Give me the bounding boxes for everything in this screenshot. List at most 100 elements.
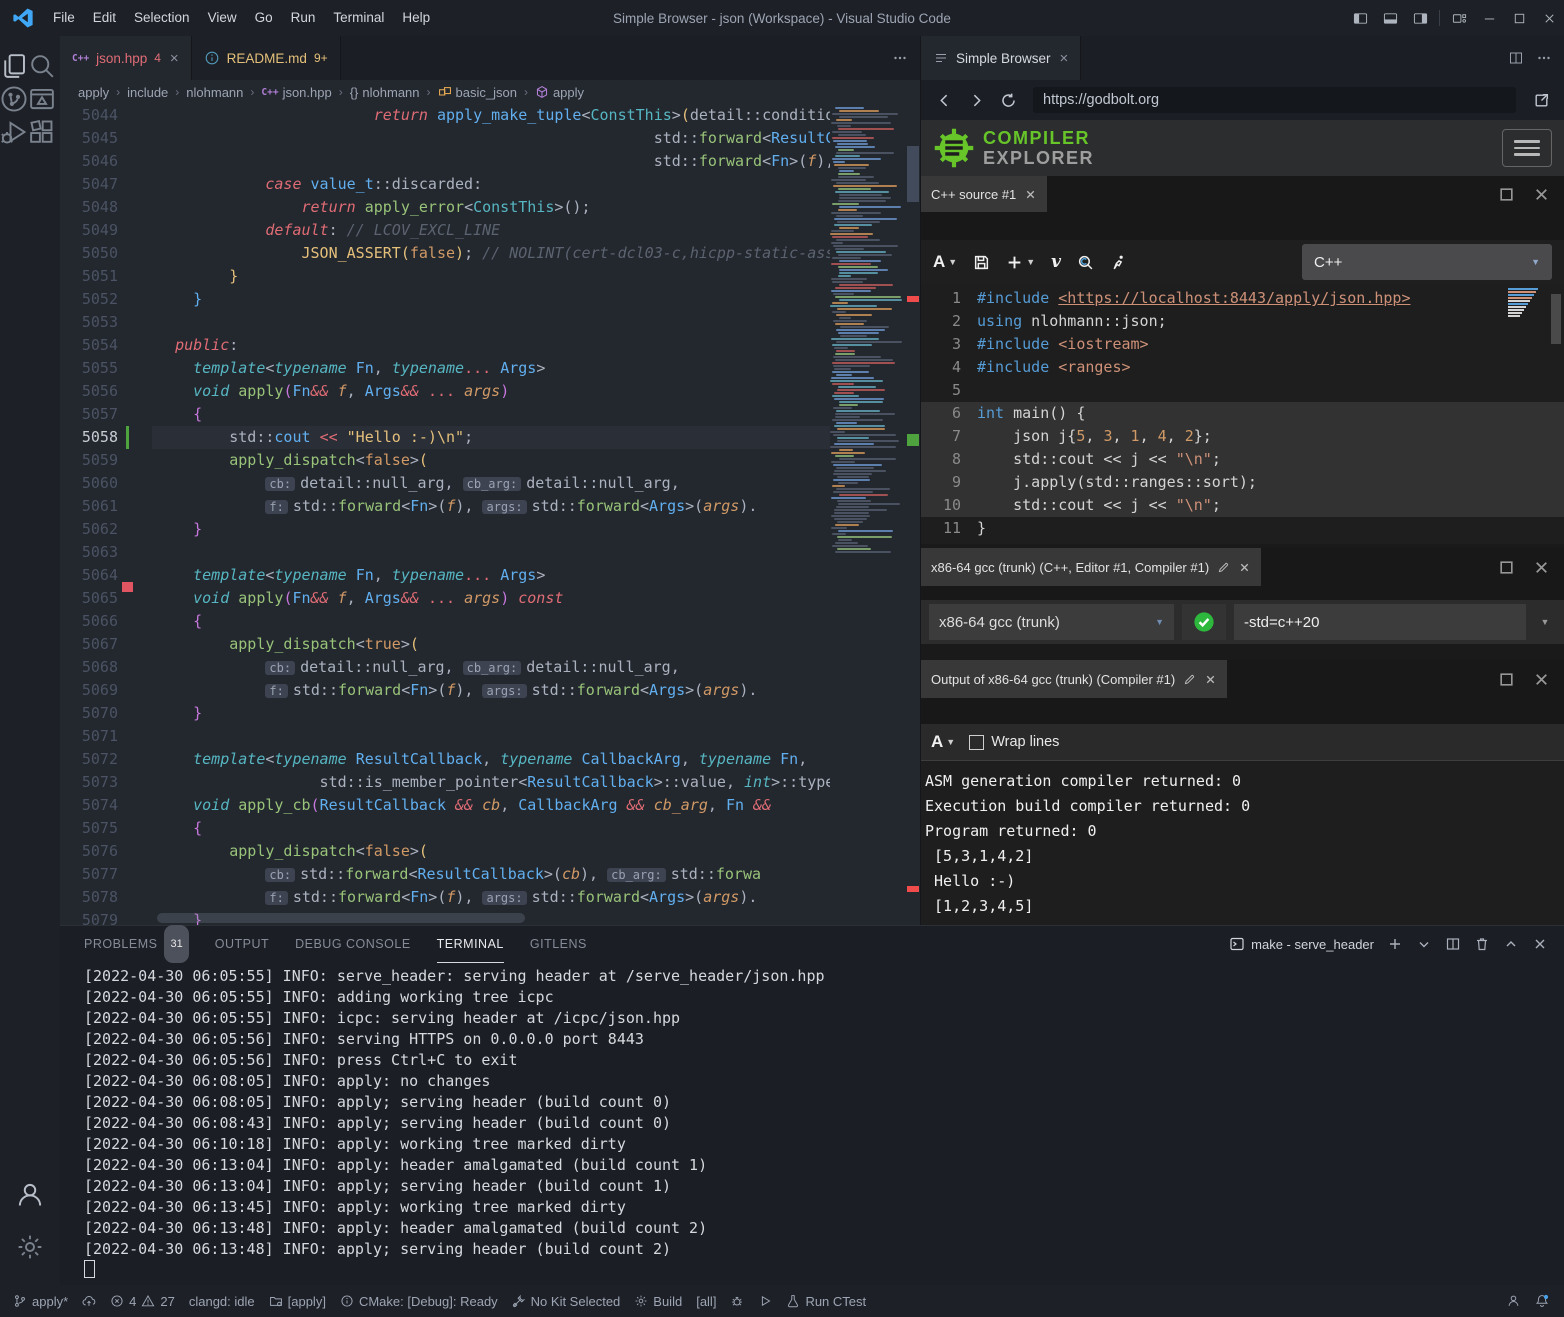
cpp-insights-icon[interactable] [1077,254,1094,271]
menu-go[interactable]: Go [246,0,282,36]
breadcrumb-item-basic_json[interactable]: basic_json [438,85,517,100]
status-problems-summary[interactable]: 427 [103,1285,182,1317]
close-panel-icon[interactable] [1532,936,1548,952]
menu-view[interactable]: View [199,0,246,36]
status-git-branch-status[interactable]: apply* [6,1285,75,1317]
activity-extensions-icon[interactable] [28,133,56,150]
activity-source-control-icon[interactable] [0,100,28,117]
close-pane-icon[interactable] [1533,671,1550,688]
close-icon[interactable] [1238,561,1251,574]
status-cmake-status[interactable]: CMake: [Debug]: Ready [333,1285,505,1317]
status-cmake-launch[interactable] [751,1285,779,1317]
minimap[interactable] [830,104,906,925]
save-icon[interactable] [973,254,990,271]
breadcrumb-item-nlohmann[interactable]: {}nlohmann [350,85,420,100]
reload-button[interactable] [995,87,1021,113]
activity-settings-gear-icon[interactable] [16,1233,44,1261]
close-icon[interactable] [1024,188,1037,201]
panel-tab-gitlens[interactable]: GITLENS [530,926,587,962]
status-publish-changes[interactable] [75,1285,103,1317]
new-terminal-icon[interactable] [1387,936,1403,952]
kill-terminal-icon[interactable] [1474,936,1490,952]
breadcrumb-item-include[interactable]: include [127,85,168,100]
menu-terminal[interactable]: Terminal [324,0,393,36]
terminal-session[interactable]: make - serve_header [1229,936,1374,952]
status-run-ctest[interactable]: Run CTest [779,1285,873,1317]
status-cmake-debug[interactable] [723,1285,751,1317]
ce-compiler-tab[interactable]: x86-64 gcc (trunk) (C++, Editor #1, Comp… [921,548,1261,586]
rename-pencil-icon[interactable] [1183,673,1196,686]
rename-pencil-icon[interactable] [1217,561,1230,574]
url-input[interactable]: https://godbolt.org [1033,87,1516,113]
ruler-slider[interactable] [907,146,919,202]
maximize-panel-icon[interactable] [1503,936,1519,952]
ce-source-tab[interactable]: C++ source #1 [921,176,1047,212]
close-pane-icon[interactable] [1533,559,1550,576]
layout-panel-icon[interactable] [1375,0,1405,36]
maximize-pane-icon[interactable] [1498,559,1515,576]
status-feedback[interactable] [1500,1285,1528,1317]
maximize-button[interactable] [1504,0,1534,36]
minimize-button[interactable] [1474,0,1504,36]
compiler-select[interactable]: x86-64 gcc (trunk)▼ [929,604,1174,640]
activity-account-icon[interactable] [16,1181,44,1209]
layout-sidebar-right-icon[interactable] [1405,0,1435,36]
tab-json.hpp[interactable]: C++json.hpp4× [60,36,192,80]
vim-mode-icon[interactable]: v [1051,252,1061,272]
compiler-options-input[interactable]: -std=c++20 [1234,604,1526,640]
hamburger-menu-button[interactable] [1502,129,1552,167]
activity-browser-preview-icon[interactable] [28,100,56,117]
font-size-button[interactable]: A▼ [931,732,955,752]
activity-explorer-icon[interactable] [0,67,28,84]
close-tab-icon[interactable]: × [1060,50,1069,67]
menu-run[interactable]: Run [282,0,325,36]
panel-tab-debug-console[interactable]: DEBUG CONSOLE [295,926,411,962]
panel-tab-problems[interactable]: PROBLEMS31 [84,926,189,962]
language-select[interactable]: C++▼ [1302,244,1552,280]
close-pane-icon[interactable] [1533,186,1550,203]
tab-README.md[interactable]: README.md9+ [192,36,341,80]
menu-selection[interactable]: Selection [125,0,199,36]
ce-scrollbar[interactable] [1551,294,1561,344]
more-actions-icon[interactable] [1536,50,1552,66]
split-terminal-icon[interactable] [1445,936,1461,952]
panel-tab-output[interactable]: OUTPUT [215,926,269,962]
terminal-output[interactable]: [2022-04-30 06:05:55] INFO: serve_header… [84,966,1554,1281]
ce-source-editor[interactable]: 1#include <https://localhost:8443/apply/… [921,284,1564,544]
options-dropdown-icon[interactable]: ▼ [1534,617,1556,627]
activity-search-icon[interactable] [28,67,56,84]
close-tab-icon[interactable]: × [170,50,179,67]
status-clangd-status[interactable]: clangd: idle [182,1285,262,1317]
menu-file[interactable]: File [44,0,84,36]
open-external-icon[interactable] [1528,87,1554,113]
activity-run-debug-icon[interactable] [0,133,28,150]
customize-layout-icon[interactable] [1444,0,1474,36]
maximize-pane-icon[interactable] [1498,186,1515,203]
status-notifications[interactable] [1528,1285,1556,1317]
more-actions-icon[interactable] [892,50,908,66]
code-editor[interactable]: 5044 return apply_make_tuple<ConstThis>(… [60,104,920,925]
quick-bench-icon[interactable] [1110,254,1127,271]
breadcrumb-item-apply[interactable]: apply [78,85,109,100]
terminal-dropdown-icon[interactable] [1416,936,1432,952]
tab-simple-browser[interactable]: Simple Browser × [921,36,1081,80]
breadcrumb-item-apply[interactable]: apply [535,85,584,100]
split-editor-icon[interactable] [1508,50,1524,66]
add-pane-button[interactable]: ▼ [1006,254,1035,271]
layout-sidebar-left-icon[interactable] [1345,0,1375,36]
status-cmake-target[interactable]: [all] [689,1285,723,1317]
forward-button[interactable] [963,87,989,113]
status-cmake-folder[interactable]: [apply] [262,1285,333,1317]
ce-output-tab[interactable]: Output of x86-64 gcc (trunk) (Compiler #… [921,660,1227,698]
horizontal-scrollbar[interactable] [157,913,525,923]
font-size-button[interactable]: A▼ [933,252,957,272]
status-cmake-build[interactable]: Build [627,1285,689,1317]
close-icon[interactable] [1204,673,1217,686]
close-button[interactable] [1534,0,1564,36]
menu-help[interactable]: Help [393,0,439,36]
back-button[interactable] [931,87,957,113]
breadcrumb-item-json.hpp[interactable]: C++json.hpp [261,85,331,100]
maximize-pane-icon[interactable] [1498,671,1515,688]
breadcrumb-item-nlohmann[interactable]: nlohmann [186,85,243,100]
menu-edit[interactable]: Edit [84,0,125,36]
